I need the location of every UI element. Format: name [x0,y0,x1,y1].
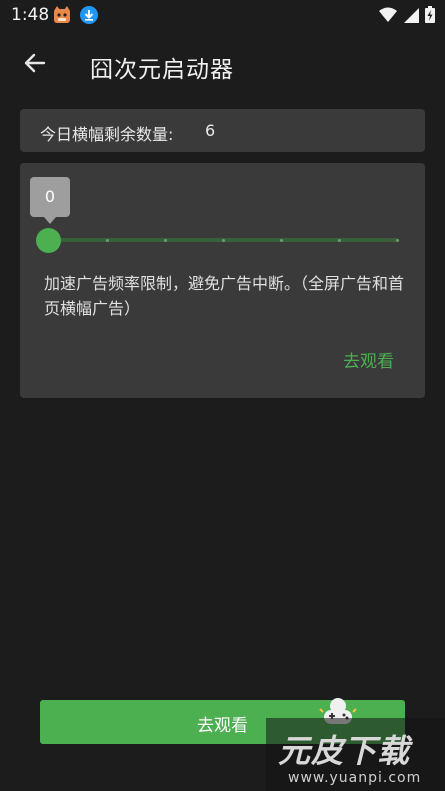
battery-icon [425,6,435,27]
watermark-brand: 元皮下载 [278,732,411,770]
watch-ad-link[interactable]: 去观看 [343,347,394,372]
status-time: 1:48 [11,5,50,25]
watermark-url: www.yuanpi.com [288,770,422,786]
back-button[interactable] [18,48,52,82]
arrow-back-icon [24,52,46,78]
banner-count-card: 今日横幅剩余数量: 6 [20,109,425,152]
status-bar: 1:48 [0,0,445,30]
download-icon [80,6,98,24]
wifi-icon [379,7,397,27]
slider-tick [106,239,109,242]
slider-tick [222,239,225,242]
watermark: 元皮下载 www.yuanpi.com [266,718,445,791]
banner-count-value: 6 [205,121,216,140]
app-bar: 囧次元启动器 [0,30,445,100]
banner-count-label: 今日横幅剩余数量: [40,125,174,144]
slider-value: 0 [44,187,56,206]
slider-tick [280,239,283,242]
cat-notification-icon [53,6,71,24]
slider-thumb[interactable] [36,228,61,253]
ad-description: 加速广告频率限制，避免广告中断。（全屏广告和首页横幅广告） [44,274,405,318]
page-title: 囧次元启动器 [90,57,234,83]
slider-tick [164,239,167,242]
signal-icon [403,7,419,27]
slider-tick [338,239,341,242]
slider-tick [396,239,399,242]
ad-speed-card: 0 加速广告频率限制，避免广告中断。（全屏广告和首页横幅广告） 去观看 [20,163,425,398]
slider-value-tooltip: 0 [30,177,70,224]
